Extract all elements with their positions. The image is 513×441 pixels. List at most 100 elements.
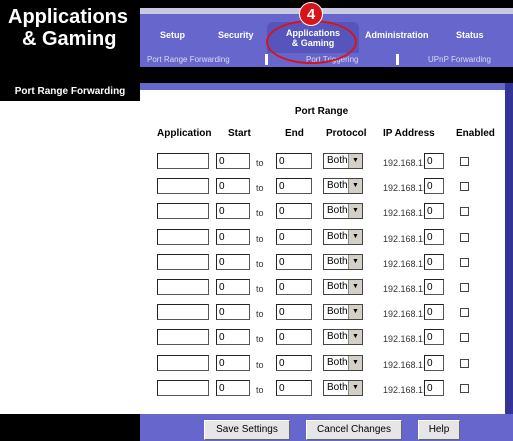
tab-security[interactable]: Security	[218, 30, 254, 40]
end-port-input[interactable]	[276, 178, 312, 194]
enabled-checkbox[interactable]	[460, 182, 469, 191]
protocol-select[interactable]: Both ▼	[323, 254, 363, 270]
ip-last-octet-input[interactable]	[424, 355, 444, 371]
to-label: to	[256, 259, 264, 269]
table-row: to Both▼ 192.168.1.	[0, 355, 513, 377]
protocol-select[interactable]: Both ▼	[323, 355, 363, 371]
chevron-down-icon: ▼	[348, 179, 362, 193]
help-button[interactable]: Help	[418, 420, 460, 440]
protocol-select[interactable]: Both ▼	[323, 279, 363, 295]
ip-prefix-label: 192.168.1.	[383, 234, 426, 244]
protocol-value: Both	[327, 357, 348, 368]
enabled-checkbox[interactable]	[460, 207, 469, 216]
start-port-input[interactable]	[216, 178, 250, 194]
end-port-input[interactable]	[276, 329, 312, 345]
ip-last-octet-input[interactable]	[424, 254, 444, 270]
to-label: to	[256, 309, 264, 319]
enabled-checkbox[interactable]	[460, 233, 469, 242]
end-port-input[interactable]	[276, 304, 312, 320]
to-label: to	[256, 360, 264, 370]
start-port-input[interactable]	[216, 254, 250, 270]
application-name-input[interactable]	[157, 178, 209, 194]
tab-status[interactable]: Status	[456, 30, 484, 40]
protocol-select[interactable]: Both ▼	[323, 304, 363, 320]
application-name-input[interactable]	[157, 153, 209, 169]
table-row: to Both▼ 192.168.1.	[0, 203, 513, 225]
ip-last-octet-input[interactable]	[424, 178, 444, 194]
subtab-upnp-forwarding[interactable]: UPnP Forwarding	[428, 55, 491, 64]
to-label: to	[256, 158, 264, 168]
ip-last-octet-input[interactable]	[424, 229, 444, 245]
application-name-input[interactable]	[157, 380, 209, 396]
start-port-input[interactable]	[216, 380, 250, 396]
to-label: to	[256, 234, 264, 244]
start-port-input[interactable]	[216, 304, 250, 320]
protocol-value: Both	[327, 331, 348, 342]
end-port-input[interactable]	[276, 380, 312, 396]
ip-last-octet-input[interactable]	[424, 279, 444, 295]
subtab-port-range-forwarding[interactable]: Port Range Forwarding	[147, 55, 230, 64]
enabled-checkbox[interactable]	[460, 258, 469, 267]
sidebar-title: Port Range Forwarding	[14, 86, 126, 97]
chevron-down-icon: ▼	[348, 230, 362, 244]
column-header-start: Start	[228, 128, 251, 139]
application-name-input[interactable]	[157, 203, 209, 219]
ip-last-octet-input[interactable]	[424, 203, 444, 219]
protocol-select[interactable]: Both ▼	[323, 329, 363, 345]
ip-last-octet-input[interactable]	[424, 329, 444, 345]
start-port-input[interactable]	[216, 203, 250, 219]
chevron-down-icon: ▼	[348, 280, 362, 294]
enabled-checkbox[interactable]	[460, 283, 469, 292]
application-name-input[interactable]	[157, 229, 209, 245]
protocol-value: Both	[327, 155, 348, 166]
ip-last-octet-input[interactable]	[424, 304, 444, 320]
to-label: to	[256, 208, 264, 218]
enabled-checkbox[interactable]	[460, 359, 469, 368]
start-port-input[interactable]	[216, 229, 250, 245]
protocol-select[interactable]: Both ▼	[323, 229, 363, 245]
end-port-input[interactable]	[276, 355, 312, 371]
start-port-input[interactable]	[216, 329, 250, 345]
protocol-select[interactable]: Both ▼	[323, 153, 363, 169]
section-title: Applications & Gaming	[8, 6, 128, 50]
chevron-down-icon: ▼	[348, 255, 362, 269]
enabled-checkbox[interactable]	[460, 333, 469, 342]
protocol-value: Both	[327, 281, 348, 292]
start-port-input[interactable]	[216, 355, 250, 371]
enabled-checkbox[interactable]	[460, 308, 469, 317]
ip-last-octet-input[interactable]	[424, 153, 444, 169]
protocol-select[interactable]: Both ▼	[323, 178, 363, 194]
column-header-ip-address: IP Address	[383, 128, 435, 139]
enabled-checkbox[interactable]	[460, 157, 469, 166]
save-settings-button[interactable]: Save Settings	[204, 420, 290, 440]
column-header-protocol: Protocol	[326, 128, 367, 139]
column-header-enabled: Enabled	[456, 128, 495, 139]
ip-prefix-label: 192.168.1.	[383, 360, 426, 370]
ip-prefix-label: 192.168.1.	[383, 385, 426, 395]
ip-prefix-label: 192.168.1.	[383, 158, 426, 168]
end-port-input[interactable]	[276, 153, 312, 169]
application-name-input[interactable]	[157, 329, 209, 345]
application-name-input[interactable]	[157, 254, 209, 270]
end-port-input[interactable]	[276, 254, 312, 270]
application-name-input[interactable]	[157, 355, 209, 371]
section-title-line1: Applications	[8, 6, 129, 28]
enabled-checkbox[interactable]	[460, 384, 469, 393]
column-header-end: End	[285, 128, 304, 139]
tab-setup[interactable]: Setup	[160, 30, 185, 40]
to-label: to	[256, 385, 264, 395]
ip-last-octet-input[interactable]	[424, 380, 444, 396]
tab-administration[interactable]: Administration	[365, 30, 429, 40]
protocol-select[interactable]: Both ▼	[323, 203, 363, 219]
end-port-input[interactable]	[276, 203, 312, 219]
application-name-input[interactable]	[157, 279, 209, 295]
cancel-changes-button[interactable]: Cancel Changes	[306, 420, 402, 440]
application-name-input[interactable]	[157, 304, 209, 320]
start-port-input[interactable]	[216, 153, 250, 169]
end-port-input[interactable]	[276, 279, 312, 295]
ip-prefix-label: 192.168.1.	[383, 208, 426, 218]
start-port-input[interactable]	[216, 279, 250, 295]
end-port-input[interactable]	[276, 229, 312, 245]
protocol-select[interactable]: Both ▼	[323, 380, 363, 396]
table-row: to Both▼ 192.168.1.	[0, 229, 513, 251]
